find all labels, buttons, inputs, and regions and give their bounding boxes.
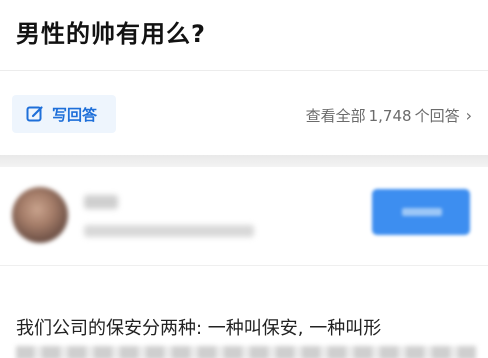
view-all-answers-link[interactable]: 查看全部 1,748 个回答 ›	[306, 105, 472, 126]
section-separator	[0, 155, 488, 167]
question-title[interactable]: 男性的帅有用么?	[16, 14, 206, 49]
divider	[0, 265, 488, 266]
question-action-bar: 写回答 查看全部 1,748 个回答 ›	[0, 71, 488, 155]
view-all-suffix: 个回答	[414, 107, 460, 125]
write-answer-label: 写回答	[52, 105, 98, 124]
answer-content-blurred-line	[16, 346, 476, 358]
question-page: 男性的帅有用么? 写回答 查看全部 1,748 个回答 › 我们公司的保安分两种…	[0, 0, 488, 358]
follow-button-label-blurred	[402, 208, 442, 216]
author-name-blurred[interactable]	[84, 195, 118, 209]
answer-author-header	[0, 167, 488, 263]
author-avatar[interactable]	[12, 187, 68, 243]
answer-count: 1,748	[368, 106, 412, 125]
follow-button[interactable]	[372, 189, 470, 235]
author-bio-blurred	[84, 225, 254, 237]
pencil-square-icon	[26, 105, 44, 123]
write-answer-button[interactable]: 写回答	[12, 95, 116, 133]
answer-content-text[interactable]: 我们公司的保安分两种: 一种叫保安, 一种叫形	[16, 314, 381, 340]
chevron-right-icon: ›	[465, 106, 472, 125]
view-all-prefix: 查看全部	[305, 107, 366, 125]
